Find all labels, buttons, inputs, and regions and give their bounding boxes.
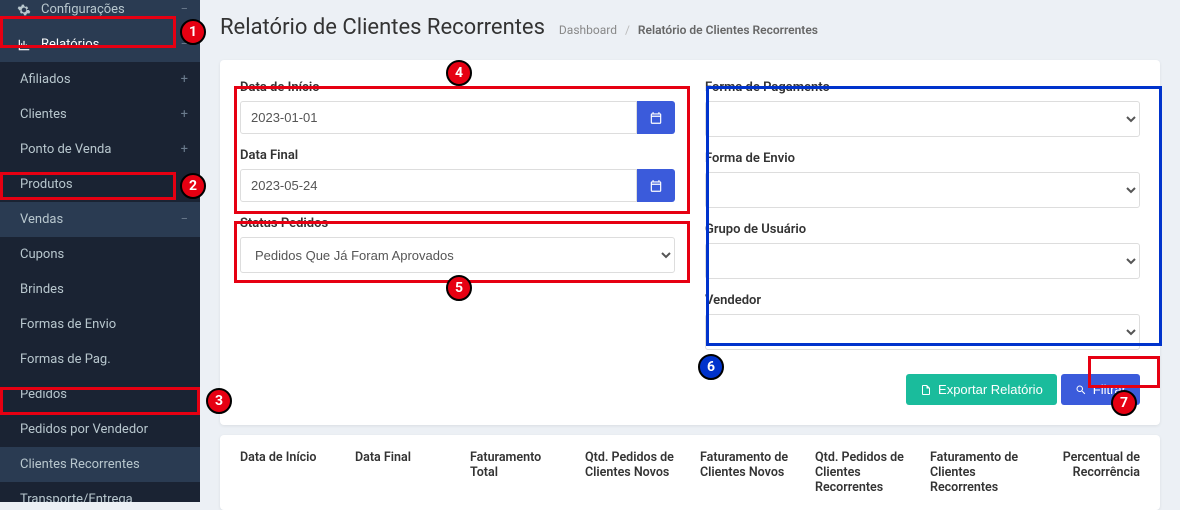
sidebar-item-label: Vendas [20, 212, 63, 227]
search-icon [1075, 384, 1087, 396]
annotation-marker-5: 5 [446, 275, 472, 301]
data-final-label: Data Final [240, 148, 675, 163]
sidebar-item-label: Clientes Recorrentes [20, 457, 140, 472]
collapse-icon: − [181, 3, 188, 16]
sidebar-item-label: Brindes [20, 282, 64, 297]
sidebar-item-label: Clientes [20, 107, 67, 122]
table-col: Faturamento de Clientes Recorrentes [930, 450, 1025, 495]
table-col: Faturamento de Clientes Novos [700, 450, 795, 495]
sidebar-item-brindes[interactable]: Brindes [0, 272, 200, 307]
sidebar-item-formas-pag[interactable]: Formas de Pag. [0, 342, 200, 377]
table-col: Qtd. Pedidos de Clientes Novos [585, 450, 680, 495]
annotation-marker-2: 2 [180, 173, 206, 199]
breadcrumb: Dashboard / Relatório de Clientes Recorr… [559, 23, 818, 37]
annotation-marker-3: 3 [206, 388, 232, 414]
sidebar-item-label: Pedidos por Vendedor [20, 422, 148, 437]
annotation-marker-4: 4 [446, 60, 472, 86]
annotation-marker-1: 1 [180, 19, 206, 45]
sidebar-item-label: Produtos [20, 177, 73, 192]
sidebar-item-ponto-de-venda[interactable]: Ponto de Venda + [0, 132, 200, 167]
table-col: Data de Início [240, 450, 335, 495]
sidebar-item-label: Relatórios [41, 37, 99, 52]
forma-envio-select[interactable] [705, 172, 1140, 208]
sidebar-item-vendas[interactable]: Vendas − [0, 202, 200, 237]
page-header: Relatório de Clientes Recorrentes Dashbo… [200, 0, 1180, 50]
filter-actions: Exportar Relatório Filtrar [240, 374, 1140, 405]
table-col: Data Final [355, 450, 450, 495]
filter-left-column: Data de Início Data Final [240, 80, 675, 364]
sidebar-item-label: Formas de Pag. [20, 352, 111, 367]
filter-panel: Data de Início Data Final [220, 60, 1160, 425]
export-button-label: Exportar Relatório [938, 382, 1043, 397]
sidebar-item-label: Formas de Envio [20, 317, 116, 332]
breadcrumb-dashboard[interactable]: Dashboard [559, 23, 617, 37]
sidebar-item-configuracoes[interactable]: Configurações − [0, 0, 200, 27]
sidebar-item-label: Transporte/Entrega [20, 492, 133, 502]
collapse-icon: − [181, 213, 188, 226]
sidebar-item-pedidos[interactable]: Pedidos [0, 377, 200, 412]
bar-chart-icon [15, 38, 33, 52]
annotation-marker-6: 6 [698, 354, 724, 380]
sidebar-item-label: Configurações [41, 2, 125, 17]
plus-icon: + [181, 108, 188, 121]
sidebar-item-transporte[interactable]: Transporte/Entrega [0, 482, 200, 502]
forma-pagamento-select[interactable] [705, 101, 1140, 137]
export-button[interactable]: Exportar Relatório [906, 374, 1057, 405]
breadcrumb-separator: / [625, 23, 630, 37]
data-inicio-input[interactable] [240, 101, 637, 134]
forma-envio-label: Forma de Envio [705, 151, 1140, 166]
sidebar-item-relatorios[interactable]: Relatórios − [0, 27, 200, 62]
sidebar-item-formas-envio[interactable]: Formas de Envio [0, 307, 200, 342]
table-col: Qtd. Pedidos de Clientes Recorrentes [815, 450, 910, 495]
calendar-icon [649, 111, 663, 125]
vendedor-select[interactable] [705, 314, 1140, 350]
annotation-marker-7: 7 [1111, 390, 1137, 416]
table-col: Faturamento Total [470, 450, 565, 495]
filter-right-column: Forma de Pagamento Forma de Envio Grupo … [705, 80, 1140, 364]
sidebar-item-clientes-recorrentes[interactable]: Clientes Recorrentes [0, 447, 200, 482]
status-pedidos-select[interactable]: Pedidos Que Já Foram Aprovados [240, 237, 675, 273]
grupo-usuario-select[interactable] [705, 243, 1140, 279]
sidebar-item-label: Afiliados [20, 72, 71, 87]
file-export-icon [920, 384, 932, 396]
sidebar-item-label: Ponto de Venda [20, 142, 111, 157]
sidebar-item-cupons[interactable]: Cupons [0, 237, 200, 272]
forma-pagamento-label: Forma de Pagamento [705, 80, 1140, 95]
status-pedidos-label: Status Pedidos [240, 216, 675, 231]
table-header: Data de Início Data Final Faturamento To… [240, 450, 1140, 495]
table-col: Percentual de Recorrência [1045, 450, 1140, 495]
sidebar-item-clientes[interactable]: Clientes + [0, 97, 200, 132]
gear-icon [15, 3, 33, 17]
sidebar-item-produtos[interactable]: Produtos + [0, 167, 200, 202]
vendedor-label: Vendedor [705, 293, 1140, 308]
breadcrumb-current: Relatório de Clientes Recorrentes [638, 23, 818, 37]
data-final-calendar-button[interactable] [637, 169, 675, 202]
table-panel: Data de Início Data Final Faturamento To… [220, 435, 1160, 510]
data-final-input[interactable] [240, 169, 637, 202]
data-inicio-calendar-button[interactable] [637, 101, 675, 134]
plus-icon: + [181, 73, 188, 86]
grupo-usuario-label: Grupo de Usuário [705, 222, 1140, 237]
plus-icon: + [181, 143, 188, 156]
main-content: Relatório de Clientes Recorrentes Dashbo… [200, 0, 1180, 502]
sidebar-item-afiliados[interactable]: Afiliados + [0, 62, 200, 97]
sidebar-item-label: Pedidos [20, 387, 67, 402]
sidebar-item-label: Cupons [20, 247, 64, 262]
calendar-icon [649, 179, 663, 193]
sidebar: Configurações − Relatórios − Afiliados +… [0, 0, 200, 502]
sidebar-item-pedidos-vendedor[interactable]: Pedidos por Vendedor [0, 412, 200, 447]
page-title: Relatório de Clientes Recorrentes [220, 15, 545, 40]
